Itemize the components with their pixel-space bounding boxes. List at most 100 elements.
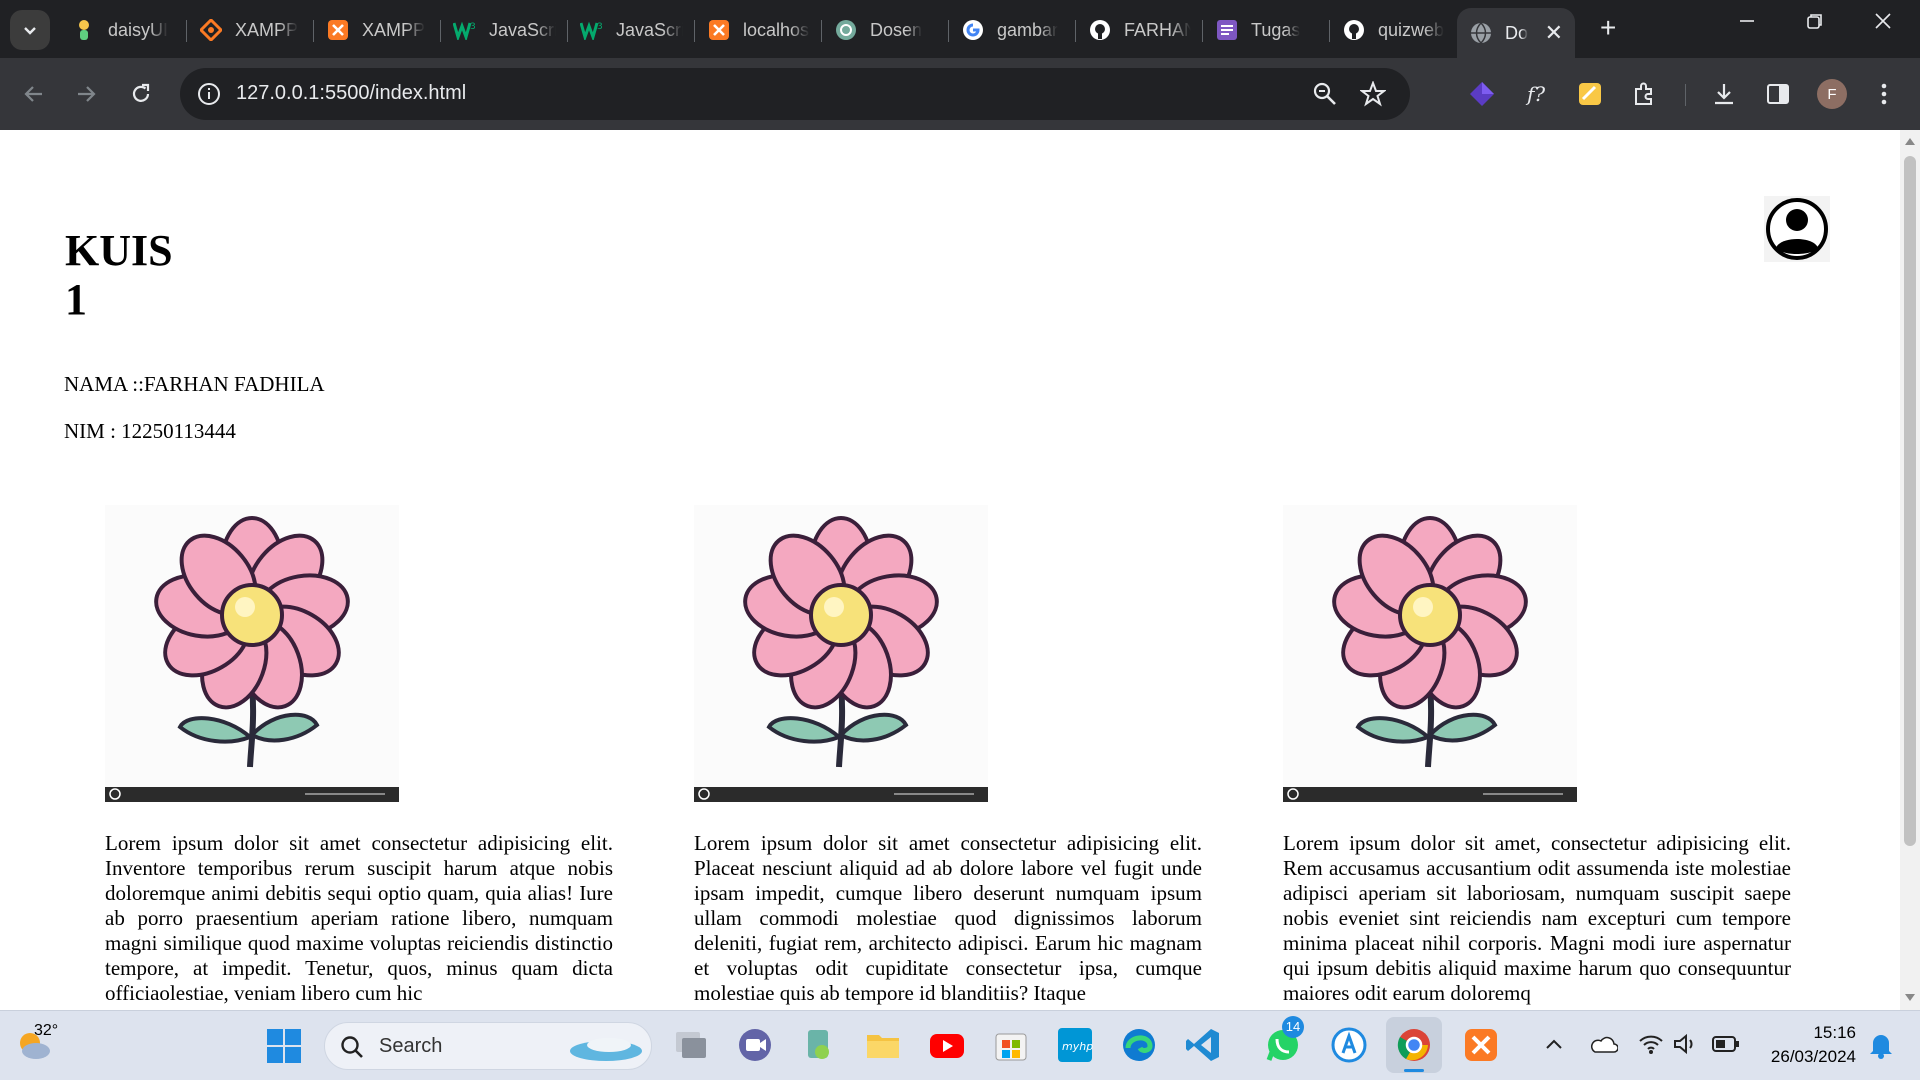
restore-button[interactable] xyxy=(1806,10,1824,36)
tab-search-button[interactable] xyxy=(10,10,50,50)
onedrive-icon[interactable] xyxy=(1590,1035,1619,1060)
notification-bell-icon[interactable] xyxy=(1868,1031,1894,1064)
tab-gambar[interactable]: gambar xyxy=(949,8,1076,52)
wifi-icon[interactable] xyxy=(1638,1033,1664,1060)
start-button[interactable] xyxy=(266,1028,302,1064)
tab-dosen[interactable]: Dosen xyxy=(822,8,949,52)
reload-icon xyxy=(132,83,150,102)
tab-label: quizweb xyxy=(1378,19,1445,40)
scroll-down-arrow[interactable] xyxy=(1905,994,1915,1001)
tab-xampp-2[interactable]: XAMPP xyxy=(314,8,441,52)
file-app-icon[interactable] xyxy=(800,1026,838,1069)
tab-farhan-github[interactable]: FARHAN xyxy=(1076,8,1203,52)
teams-app-icon[interactable] xyxy=(736,1026,774,1069)
close-window-button[interactable] xyxy=(1874,10,1892,36)
scroll-thumb[interactable] xyxy=(1904,156,1916,846)
xampp-app-icon[interactable] xyxy=(1462,1026,1500,1069)
app-store-app-icon[interactable] xyxy=(1330,1026,1368,1069)
site-info-icon[interactable] xyxy=(196,81,222,107)
chevron-up-icon xyxy=(1546,1039,1562,1049)
extension-cube-icon[interactable] xyxy=(1466,78,1498,110)
task-view-app-icon[interactable] xyxy=(672,1026,710,1069)
tab-quizweb[interactable]: quizweb xyxy=(1330,8,1457,52)
tab-label: XAMPP xyxy=(362,19,426,40)
clock-date: 26/03/2024 xyxy=(1770,1047,1856,1066)
myhp-app-icon[interactable]: myhp xyxy=(1056,1026,1094,1069)
google-icon xyxy=(961,18,985,42)
download-icon xyxy=(1715,84,1733,105)
toolbar-divider xyxy=(1685,84,1686,106)
extension-fonts-icon[interactable]: f? xyxy=(1520,78,1552,110)
tab-active[interactable]: Do ✕ xyxy=(1457,8,1575,58)
student-name: NAMA ::FARHAN FADHILA xyxy=(64,372,325,396)
xampp-icon xyxy=(707,18,731,42)
new-tab-button[interactable]: + xyxy=(1600,14,1616,42)
address-bar[interactable]: 127.0.0.1:5500/index.html xyxy=(180,68,1410,120)
tab-label: XAMPP xyxy=(235,19,299,40)
browser-menu-button[interactable] xyxy=(1868,78,1900,110)
restore-icon xyxy=(1807,14,1822,29)
whatsapp-app-icon[interactable]: 14 xyxy=(1264,1016,1304,1069)
chrome-app-icon[interactable] xyxy=(1386,1017,1442,1073)
card-text: Lorem ipsum dolor sit amet consectetur a… xyxy=(694,831,1202,1005)
page-title: KUIS 1 xyxy=(65,226,173,324)
clock[interactable]: 15:16 26/03/2024 xyxy=(1756,1021,1856,1069)
close-tab-icon[interactable]: ✕ xyxy=(1545,20,1563,46)
side-panel-button[interactable] xyxy=(1762,78,1794,110)
tab-xampp-1[interactable]: XAMPP xyxy=(187,8,314,52)
profile-button[interactable]: F xyxy=(1816,78,1848,110)
profile-button[interactable] xyxy=(1764,196,1830,262)
card-3: Lorem ipsum dolor sit amet, consectetur … xyxy=(1283,505,1791,1006)
daisyui-icon xyxy=(72,18,96,42)
tab-javascript-2[interactable]: 3 JavaScript xyxy=(568,8,695,52)
windows-taskbar: 32° Search myhp 14 15:16 26/03/2024 xyxy=(0,1010,1920,1080)
scroll-up-arrow[interactable] xyxy=(1905,138,1915,145)
page-scrollbar[interactable] xyxy=(1900,130,1920,1010)
browser-toolbar: 127.0.0.1:5500/index.html f? F xyxy=(0,58,1920,130)
weather-widget[interactable]: 32° xyxy=(12,1021,62,1071)
volume-icon[interactable] xyxy=(1672,1033,1698,1060)
file-explorer-app-icon[interactable] xyxy=(864,1026,902,1069)
classroom-icon xyxy=(1215,18,1239,42)
card-text: Lorem ipsum dolor sit amet consectetur a… xyxy=(105,831,613,1005)
tab-tugas[interactable]: Tugas xyxy=(1203,8,1330,52)
back-button[interactable] xyxy=(18,78,50,110)
tab-daisyui[interactable]: daisyUI xyxy=(60,8,187,52)
taskbar-search[interactable]: Search xyxy=(324,1022,652,1070)
github-icon xyxy=(1342,18,1366,42)
download-button[interactable] xyxy=(1708,78,1740,110)
extensions-puzzle-icon[interactable] xyxy=(1628,78,1660,110)
chevron-down-icon xyxy=(24,27,36,35)
tab-label: Tugas xyxy=(1251,19,1301,40)
xampp-icon xyxy=(326,18,350,42)
windows-logo-icon xyxy=(267,1029,301,1063)
card-1: Lorem ipsum dolor sit amet consectetur a… xyxy=(105,505,613,1006)
tab-label: Dosen xyxy=(870,19,923,40)
search-icon xyxy=(341,1036,363,1058)
card-text: Lorem ipsum dolor sit amet, consectetur … xyxy=(1283,831,1791,1005)
user-avatar-icon xyxy=(1766,198,1828,260)
vscode-app-icon[interactable] xyxy=(1184,1026,1222,1069)
show-hidden-icons[interactable] xyxy=(1544,1035,1564,1060)
arrow-left-icon xyxy=(24,86,42,102)
youtube-app-icon[interactable] xyxy=(928,1026,966,1069)
tab-list: daisyUI XAMPP XAMPP 3 JavaScript 3 JavaS… xyxy=(60,8,1575,58)
tab-javascript-1[interactable]: 3 JavaScript xyxy=(441,8,568,52)
bookmark-star-icon[interactable] xyxy=(1360,81,1386,107)
battery-icon[interactable] xyxy=(1712,1035,1740,1058)
extension-notes-icon[interactable] xyxy=(1574,78,1606,110)
url-text[interactable]: 127.0.0.1:5500/index.html xyxy=(236,82,466,105)
microsoft-store-app-icon[interactable] xyxy=(992,1026,1030,1069)
edge-app-icon[interactable] xyxy=(1120,1026,1158,1069)
svg-text:3: 3 xyxy=(597,22,603,32)
tab-label: gambar xyxy=(997,19,1059,40)
browser-tab-strip: daisyUI XAMPP XAMPP 3 JavaScript 3 JavaS… xyxy=(0,0,1920,58)
reload-button[interactable] xyxy=(125,78,157,110)
search-placeholder: Search xyxy=(379,1035,443,1057)
globe-icon xyxy=(1469,21,1493,45)
forward-button[interactable] xyxy=(70,78,102,110)
notification-badge: 14 xyxy=(1282,1016,1304,1038)
minimize-button[interactable] xyxy=(1738,10,1756,36)
zoom-icon[interactable] xyxy=(1312,81,1338,107)
tab-localhost[interactable]: localhost xyxy=(695,8,822,52)
